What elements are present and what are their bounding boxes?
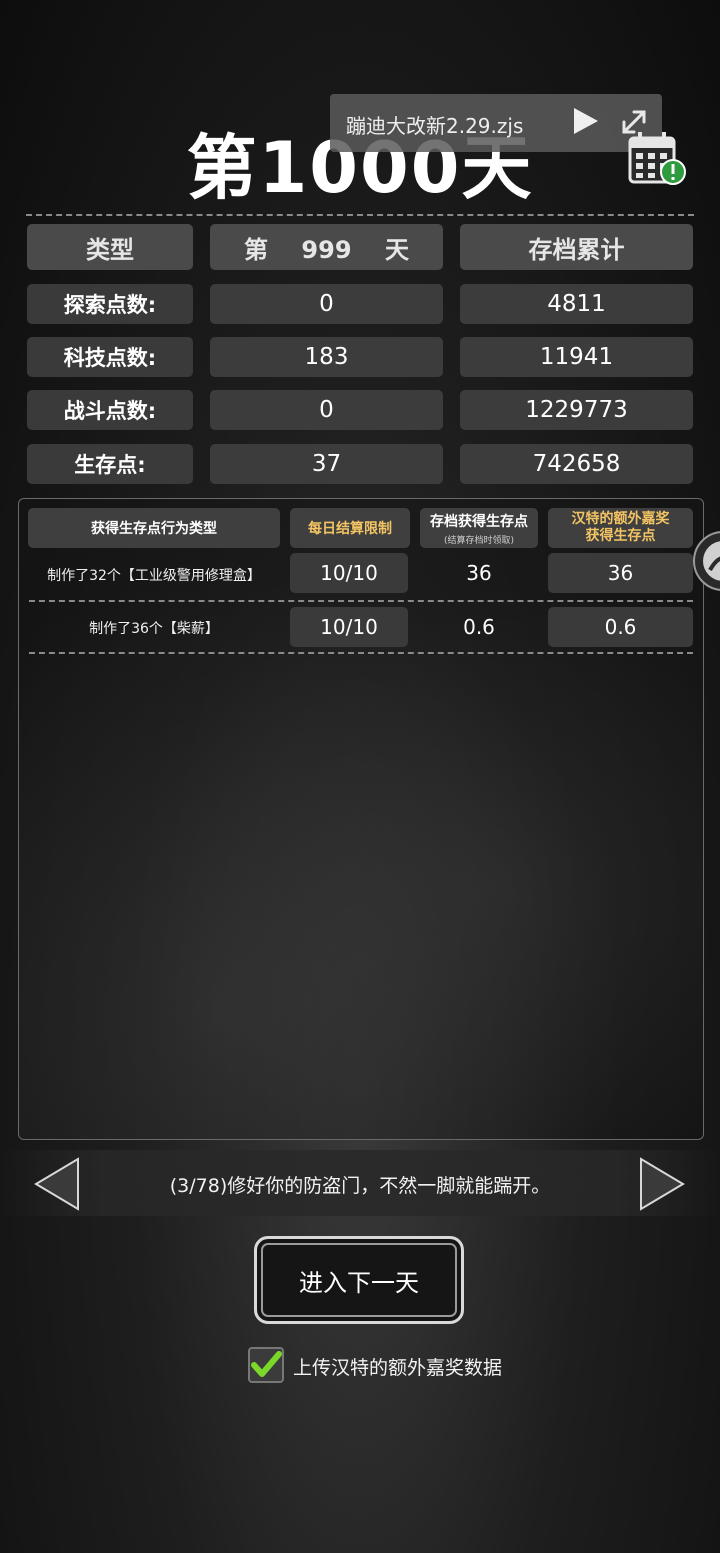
panel-header-bonus-line2: 获得生存点 xyxy=(585,528,656,544)
col-header-total: 存档累计 xyxy=(460,224,693,270)
panel-header-bonus: 汉特的额外嘉奖 获得生存点 xyxy=(548,508,693,548)
row-label-explore: 探索点数: xyxy=(27,284,193,324)
explore-today-value: 0 xyxy=(210,284,443,324)
action-row-1-save: 36 xyxy=(466,561,492,585)
upload-bonus-checkbox[interactable] xyxy=(248,1347,284,1383)
survival-today-value: 37 xyxy=(210,444,443,484)
action-row-1-limit: 10/10 xyxy=(290,553,408,593)
row-label-combat: 战斗点数: xyxy=(27,390,193,430)
panel-header-type-label: 获得生存点行为类型 xyxy=(91,521,217,537)
panel-header-save-points-label: 存档获得生存点 xyxy=(430,513,528,530)
action-row-2-save: 0.6 xyxy=(463,615,495,639)
row-divider xyxy=(29,652,693,654)
next-day-button[interactable]: 进入下一天 xyxy=(254,1236,464,1324)
divider xyxy=(26,214,694,216)
combat-today-value: 0 xyxy=(210,390,443,430)
action-row-2-label: 制作了36个【柴薪】 xyxy=(89,621,219,637)
action-row-1-label: 制作了32个【工业级警用修理盒】 xyxy=(47,568,261,584)
panel-header-save-points-sub: (结算存档时领取) xyxy=(443,535,515,546)
action-row-2-limit: 10/10 xyxy=(290,607,408,647)
row-label-tech: 科技点数: xyxy=(27,337,193,377)
col-header-type: 类型 xyxy=(27,224,193,270)
panel-header-daily-limit-label: 每日结算限制 xyxy=(308,521,392,537)
panel-header-daily-limit: 每日结算限制 xyxy=(290,508,410,548)
panel-header-type: 获得生存点行为类型 xyxy=(28,508,280,548)
tech-today-value: 183 xyxy=(210,337,443,377)
panel-header-save-points: 存档获得生存点 (结算存档时领取) xyxy=(420,508,538,548)
action-row-1-bonus: 36 xyxy=(548,553,693,593)
script-name-label: 蹦迪大改新2.29.zjs xyxy=(346,114,524,138)
calendar-alert-icon[interactable] xyxy=(626,128,688,190)
upload-bonus-label[interactable]: 上传汉特的额外嘉奖数据 xyxy=(293,1353,502,1380)
prev-tip-arrow-icon[interactable] xyxy=(32,1156,82,1212)
survival-points-panel[interactable]: 获得生存点行为类型 每日结算限制 存档获得生存点 (结算存档时领取) 汉特的额外… xyxy=(18,498,704,1140)
survival-total-value: 742658 xyxy=(460,444,693,484)
play-icon[interactable] xyxy=(570,106,600,136)
explore-total-value: 4811 xyxy=(460,284,693,324)
row-divider xyxy=(29,600,693,602)
next-tip-arrow-icon[interactable] xyxy=(637,1156,687,1212)
action-row-2-bonus: 0.6 xyxy=(548,607,693,647)
tech-total-value: 11941 xyxy=(460,337,693,377)
col-header-today: 第 999 天 xyxy=(210,224,443,270)
tip-text: (3/78)修好你的防盗门，不然一脚就能踹开。 xyxy=(169,1175,551,1197)
row-label-survival: 生存点: xyxy=(27,444,193,484)
side-avatar-icon[interactable] xyxy=(692,530,720,592)
check-icon xyxy=(251,1351,282,1377)
script-overlay-bar[interactable]: 蹦迪大改新2.29.zjs xyxy=(330,94,662,152)
panel-header-bonus-line1: 汉特的额外嘉奖 xyxy=(571,511,670,527)
combat-total-value: 1229773 xyxy=(460,390,693,430)
